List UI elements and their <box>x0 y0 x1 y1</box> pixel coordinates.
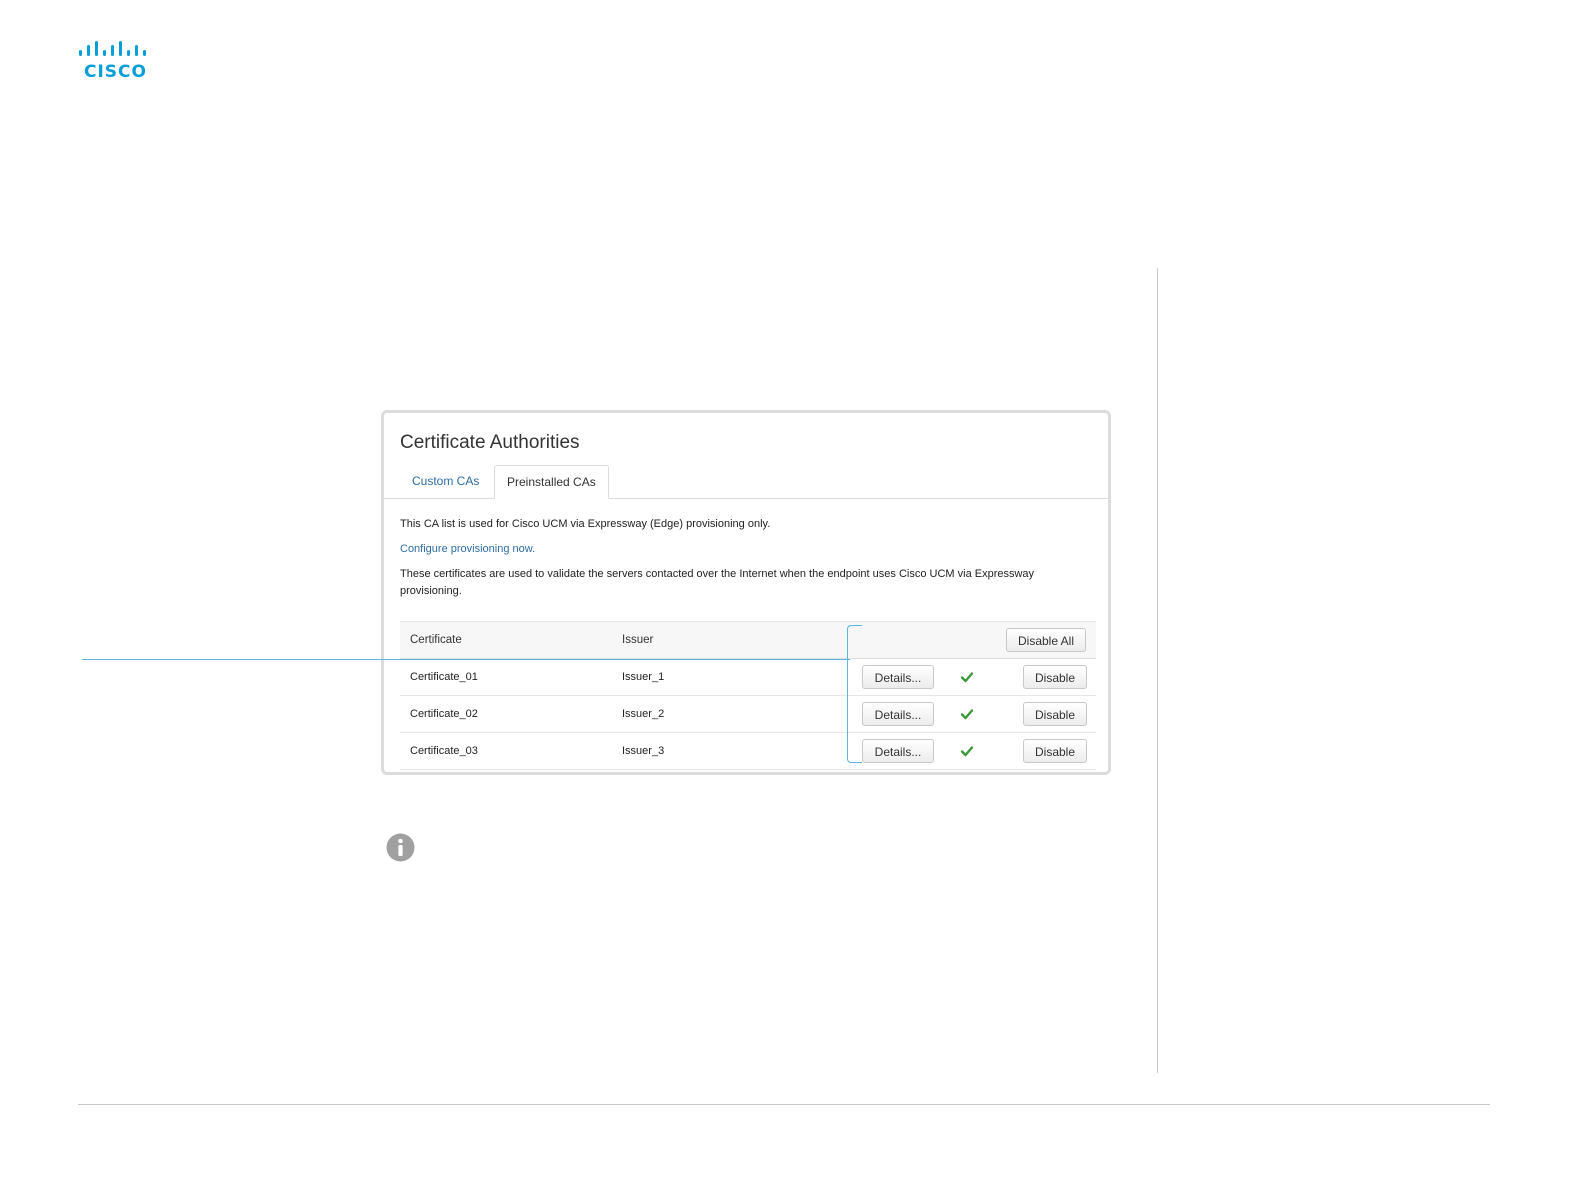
header-certificate: Certificate <box>410 634 462 646</box>
configure-provisioning-link[interactable]: Configure provisioning now. <box>400 541 535 558</box>
check-icon <box>960 672 974 683</box>
tab-bar: Custom CAs Preinstalled CAs <box>384 465 1108 499</box>
check-icon <box>960 709 974 720</box>
disable-button[interactable]: Disable <box>1023 739 1087 763</box>
cisco-bridge-icon <box>79 41 146 56</box>
certificates-table: Certificate Issuer Disable All Certifica… <box>400 621 1096 772</box>
callout-bracket <box>847 625 862 763</box>
table-row-partial <box>400 770 1096 772</box>
certificate-authorities-panel: Certificate Authorities Custom CAs Prein… <box>381 410 1111 775</box>
details-button[interactable]: Details... <box>862 702 934 726</box>
details-button[interactable]: Details... <box>862 739 934 763</box>
issuer-name: Issuer_2 <box>622 708 665 720</box>
certificate-name: Certificate_02 <box>410 708 478 720</box>
details-button[interactable]: Details... <box>862 665 934 689</box>
table-row: Certificate_01 Issuer_1 Details... Disab… <box>400 659 1096 696</box>
header-issuer: Issuer <box>622 634 654 646</box>
disable-button[interactable]: Disable <box>1023 702 1087 726</box>
tab-custom-cas[interactable]: Custom CAs <box>400 465 491 498</box>
info-icon <box>386 833 415 862</box>
certificate-name: Certificate_03 <box>410 745 478 757</box>
tab-preinstalled-cas[interactable]: Preinstalled CAs <box>494 465 609 499</box>
footer-rule <box>78 1104 1490 1105</box>
issuer-name: Issuer_3 <box>622 745 665 757</box>
cisco-logo-text: CISCO <box>84 62 147 82</box>
table-row: Certificate_02 Issuer_2 Details... Disab… <box>400 696 1096 733</box>
disable-button[interactable]: Disable <box>1023 665 1087 689</box>
callout-line <box>82 659 850 660</box>
table-row: Certificate_03 Issuer_3 Details... Disab… <box>400 733 1096 770</box>
column-divider <box>1157 268 1158 1073</box>
ca-list-description: This CA list is used for Cisco UCM via E… <box>400 518 771 530</box>
certificate-name: Certificate_01 <box>410 671 478 683</box>
disable-all-button[interactable]: Disable All <box>1006 628 1086 652</box>
panel-title: Certificate Authorities <box>400 432 580 453</box>
check-icon <box>960 746 974 757</box>
table-header: Certificate Issuer Disable All <box>400 621 1096 659</box>
issuer-name: Issuer_1 <box>622 671 665 683</box>
certificates-description: These certificates are used to validate … <box>400 568 1035 597</box>
cisco-logo: CISCO <box>78 40 152 84</box>
